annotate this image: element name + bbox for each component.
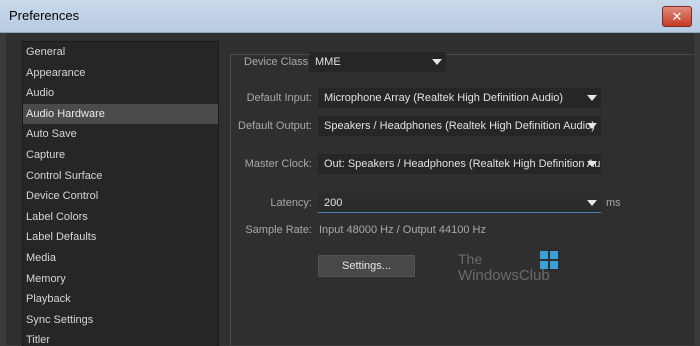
sidebar-item-label-colors[interactable]: Label Colors — [23, 207, 218, 228]
default-input-value: Microphone Array (Realtek High Definitio… — [324, 92, 564, 104]
latency-value: 200 — [324, 197, 343, 209]
sidebar-item-control-surface[interactable]: Control Surface — [23, 166, 218, 187]
sample-rate-label: Sample Rate: — [245, 224, 312, 236]
sidebar-item-capture[interactable]: Capture — [23, 145, 218, 166]
latency-dropdown[interactable]: 200 — [318, 193, 601, 213]
sidebar-item-sync-settings[interactable]: Sync Settings — [23, 310, 218, 331]
title-bar: Preferences ✕ — [0, 0, 700, 33]
default-input-label: Default Input: — [246, 92, 312, 104]
master-clock-value: Out: Speakers / Headphones (Realtek High… — [324, 158, 601, 170]
sidebar-item-device-control[interactable]: Device Control — [23, 186, 218, 207]
windows-logo-icon — [540, 251, 558, 269]
sidebar-item-auto-save[interactable]: Auto Save — [23, 124, 218, 145]
latency-unit: ms — [606, 197, 621, 209]
window-title: Preferences — [9, 8, 80, 23]
sidebar-item-audio-hardware[interactable]: Audio Hardware — [23, 103, 218, 125]
master-clock-label: Master Clock: — [244, 158, 312, 170]
chevron-down-icon — [587, 200, 597, 206]
chevron-down-icon — [587, 123, 597, 129]
device-class-label: Device Class: — [244, 56, 312, 68]
close-icon: ✕ — [671, 9, 683, 24]
sample-rate-value: Input 48000 Hz / Output 44100 Hz — [319, 224, 486, 236]
watermark-line2: WindowsClub — [458, 267, 550, 284]
default-output-label: Default Output: — [238, 120, 312, 132]
sidebar-item-general[interactable]: General — [23, 42, 218, 63]
watermark-line1: The — [458, 251, 483, 267]
preferences-sidebar: General Appearance Audio Audio Hardware … — [22, 41, 219, 346]
chevron-down-icon — [587, 95, 597, 101]
settings-button[interactable]: Settings... — [318, 255, 415, 277]
chevron-down-icon — [432, 59, 442, 65]
sidebar-item-label-defaults[interactable]: Label Defaults — [23, 227, 218, 248]
default-input-dropdown[interactable]: Microphone Array (Realtek High Definitio… — [318, 88, 601, 108]
chevron-down-icon — [587, 161, 597, 167]
latency-label: Latency: — [270, 197, 312, 209]
sidebar-item-memory[interactable]: Memory — [23, 269, 218, 290]
watermark: The WindowsClub — [458, 251, 560, 287]
sidebar-item-media[interactable]: Media — [23, 248, 218, 269]
sidebar-item-appearance[interactable]: Appearance — [23, 63, 218, 84]
sidebar-item-playback[interactable]: Playback — [23, 289, 218, 310]
device-class-dropdown[interactable]: MME — [309, 52, 446, 72]
device-class-value: MME — [315, 56, 341, 68]
sidebar-item-titler[interactable]: Titler — [23, 330, 218, 346]
default-output-dropdown[interactable]: Speakers / Headphones (Realtek High Defi… — [318, 116, 601, 136]
sidebar-item-audio[interactable]: Audio — [23, 83, 218, 104]
close-button[interactable]: ✕ — [662, 6, 692, 27]
default-output-value: Speakers / Headphones (Realtek High Defi… — [324, 120, 595, 132]
master-clock-dropdown[interactable]: Out: Speakers / Headphones (Realtek High… — [318, 154, 601, 174]
